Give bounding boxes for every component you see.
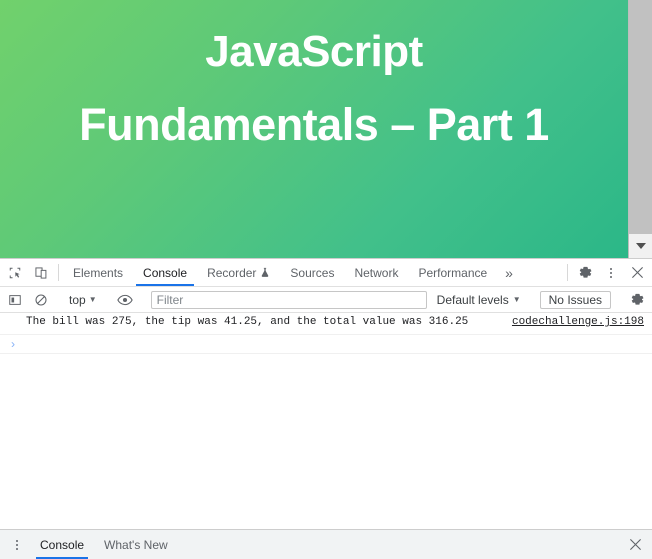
create-live-expression-button[interactable] xyxy=(112,293,138,307)
presentation-slide: JavaScript Fundamentals – Part 1 xyxy=(0,0,628,258)
inspect-element-icon xyxy=(8,266,22,280)
console-filter-toolbar: top ▼ Default levels ▼ No Issues xyxy=(0,287,652,313)
drawer-more-options-button[interactable] xyxy=(4,539,30,550)
console-settings-button[interactable] xyxy=(624,292,650,307)
console-message-source-link[interactable]: codechallenge.js:198 xyxy=(512,315,652,330)
console-context-selector[interactable]: top ▼ xyxy=(63,293,103,307)
devtools-drawer-tab-strip: Console What's New xyxy=(0,529,652,559)
toolbar-divider-right xyxy=(567,264,568,281)
close-icon xyxy=(629,538,642,551)
more-tabs-button[interactable]: » xyxy=(497,259,521,286)
inspect-element-button[interactable] xyxy=(2,259,28,286)
close-icon xyxy=(631,266,644,279)
gear-icon xyxy=(630,292,645,307)
devtools-more-options-button[interactable] xyxy=(598,259,624,286)
tab-network-label: Network xyxy=(354,265,399,280)
tab-network[interactable]: Network xyxy=(344,259,408,286)
console-message-text: The bill was 275, the tip was 41.25, and… xyxy=(26,316,469,328)
chevron-double-right-icon: » xyxy=(505,264,513,281)
tab-performance-label: Performance xyxy=(418,265,488,280)
clear-console-button[interactable] xyxy=(28,293,54,307)
tab-elements-label: Elements xyxy=(73,265,124,280)
console-sidebar-icon xyxy=(8,293,22,307)
devtools-close-button[interactable] xyxy=(624,259,650,286)
console-sidebar-toggle-button[interactable] xyxy=(2,293,28,307)
gear-icon xyxy=(578,265,593,280)
browser-page-viewport: JavaScript Fundamentals – Part 1 xyxy=(0,0,652,258)
tab-console-label: Console xyxy=(143,265,188,280)
issues-button[interactable]: No Issues xyxy=(539,290,611,309)
chevron-down-icon: ▼ xyxy=(88,294,97,304)
tab-sources[interactable]: Sources xyxy=(280,259,344,286)
tab-performance[interactable]: Performance xyxy=(408,259,497,286)
devtools-panel: Elements Console Recorder Sources Networ… xyxy=(0,258,652,559)
console-context-label: top xyxy=(69,292,86,307)
drawer-tab-whats-new[interactable]: What's New xyxy=(94,530,178,559)
tab-recorder[interactable]: Recorder xyxy=(197,259,280,286)
chevron-down-icon: ▼ xyxy=(512,294,521,304)
drawer-tab-console[interactable]: Console xyxy=(30,530,94,559)
console-prompt-row[interactable]: › xyxy=(0,335,652,354)
drawer-tab-console-label: Console xyxy=(40,537,85,552)
chevron-down-icon xyxy=(636,243,646,249)
console-message-list[interactable]: The bill was 275, the tip was 41.25, and… xyxy=(0,313,652,529)
page-vertical-scrollbar[interactable] xyxy=(628,0,652,258)
eye-icon xyxy=(116,293,133,307)
console-log-levels-selector[interactable]: Default levels ▼ xyxy=(431,293,527,307)
toolbar-divider xyxy=(58,264,59,281)
toggle-device-toolbar-button[interactable] xyxy=(28,259,54,286)
page-scroll-down-button[interactable] xyxy=(629,234,652,258)
console-log-levels-label: Default levels xyxy=(436,292,509,307)
tab-recorder-label: Recorder xyxy=(207,265,257,280)
console-prompt-input[interactable] xyxy=(26,338,652,353)
drawer-tab-whats-new-label: What's New xyxy=(104,537,168,552)
experiment-flask-icon xyxy=(260,267,270,278)
tab-console[interactable]: Console xyxy=(133,259,197,286)
tab-sources-label: Sources xyxy=(290,265,335,280)
console-message-row[interactable]: The bill was 275, the tip was 41.25, and… xyxy=(0,313,652,335)
kebab-menu-icon xyxy=(601,267,621,278)
console-prompt-caret-icon: › xyxy=(9,338,17,352)
slide-title-line-1: JavaScript xyxy=(205,27,423,76)
slide-title-line-2: Fundamentals – Part 1 xyxy=(79,99,549,150)
tab-elements[interactable]: Elements xyxy=(63,259,133,286)
console-filter-input[interactable] xyxy=(150,290,427,309)
tabstrip-spacer xyxy=(521,259,563,286)
clear-console-icon xyxy=(34,293,48,307)
device-toolbar-icon xyxy=(34,266,48,280)
devtools-settings-button[interactable] xyxy=(572,259,598,286)
kebab-menu-icon xyxy=(7,539,27,550)
devtools-tab-strip: Elements Console Recorder Sources Networ… xyxy=(0,259,652,287)
drawer-close-button[interactable] xyxy=(622,538,648,551)
